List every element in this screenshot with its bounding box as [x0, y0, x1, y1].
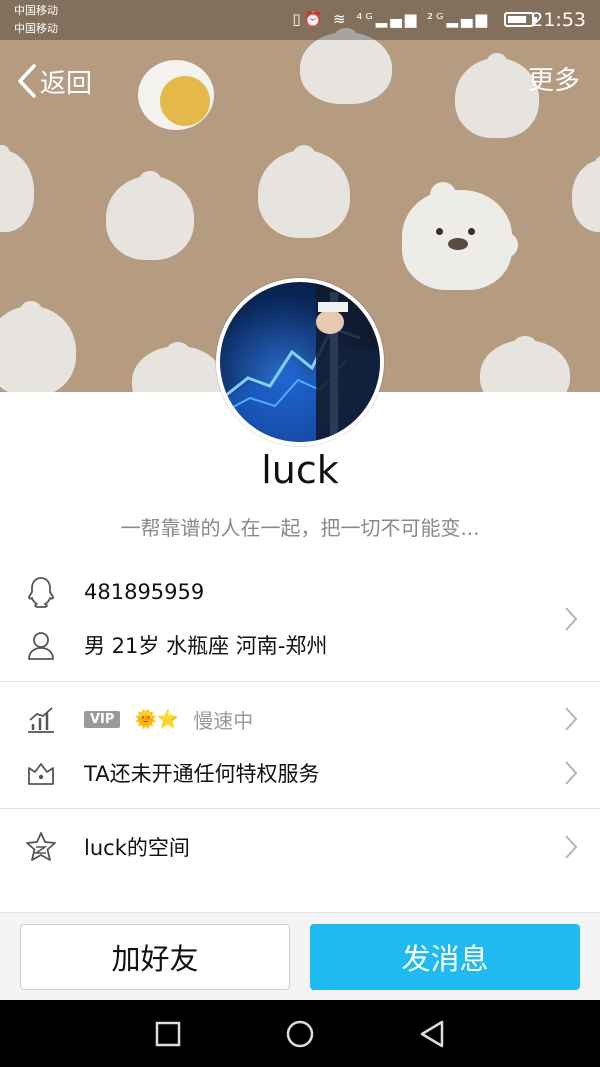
- dumpling-decoration: [455, 53, 539, 138]
- egg-decoration: [138, 60, 214, 130]
- profile-nickname: luck: [261, 448, 339, 492]
- chevron-left-icon: [18, 64, 36, 98]
- send-message-button[interactable]: 发消息: [310, 924, 580, 990]
- add-friend-button[interactable]: 加好友: [20, 924, 290, 990]
- home-icon[interactable]: [286, 1020, 314, 1048]
- crown-box-icon: [24, 756, 58, 790]
- chevron-right-icon: [565, 707, 578, 731]
- vip-level-row[interactable]: VIP 🌞⭐ 慢速中: [0, 696, 600, 742]
- level-chart-icon: [24, 702, 58, 736]
- space-label: luck的空间: [84, 836, 190, 860]
- vip-status: 慢速中: [193, 708, 254, 733]
- avatar[interactable]: [216, 278, 384, 446]
- profile-detail-button[interactable]: [0, 568, 600, 670]
- divider: [0, 808, 600, 809]
- status-icons: ▯⏰ ≋ ⁴ᴳ▂▄▆ ²ᴳ▂▄▆: [292, 10, 490, 28]
- privilege-text: TA还未开通任何特权服务: [84, 762, 320, 786]
- space-row[interactable]: luck的空间: [0, 824, 600, 870]
- dumpling-decoration: [132, 341, 224, 392]
- chevron-right-icon: [565, 761, 578, 785]
- dumpling-decoration: [300, 27, 392, 104]
- vip-info: VIP 🌞⭐ 慢速中: [84, 705, 253, 734]
- star-icon: [24, 830, 58, 864]
- dumpling-decoration: [0, 145, 34, 232]
- status-bar: 中国移动 中国移动 ▯⏰ ≋ ⁴ᴳ▂▄▆ ²ᴳ▂▄▆ 21:53: [0, 0, 600, 40]
- recent-apps-icon[interactable]: [154, 1020, 182, 1048]
- bear-decoration: [402, 182, 518, 290]
- chevron-right-icon: [565, 835, 578, 859]
- dumpling-decoration: [106, 170, 194, 260]
- privilege-row[interactable]: TA还未开通任何特权服务: [0, 750, 600, 796]
- battery-icon: [504, 12, 537, 27]
- dumpling-decoration: [0, 300, 76, 392]
- system-navigation-bar: [0, 1000, 600, 1067]
- more-button[interactable]: 更多: [528, 60, 580, 102]
- back-nav-icon[interactable]: [418, 1020, 446, 1048]
- dumpling-decoration: [572, 155, 600, 232]
- vip-badge: VIP: [84, 710, 121, 728]
- back-button[interactable]: 返回: [16, 60, 92, 102]
- action-bar: 加好友 发消息: [0, 912, 600, 1000]
- back-label: 返回: [40, 68, 93, 99]
- status-time: 21:53: [531, 9, 586, 31]
- carrier-label: 中国移动: [14, 22, 58, 35]
- profile-signature: 一帮靠谱的人在一起，把一切不可能变...: [120, 516, 480, 540]
- carrier-label: 中国移动: [14, 4, 58, 17]
- avatar-image: [220, 282, 380, 442]
- dumpling-decoration: [258, 144, 350, 238]
- chevron-right-icon: [565, 607, 578, 631]
- divider: [0, 681, 600, 682]
- dumpling-decoration: [480, 335, 570, 392]
- level-icons: 🌞⭐: [134, 708, 180, 730]
